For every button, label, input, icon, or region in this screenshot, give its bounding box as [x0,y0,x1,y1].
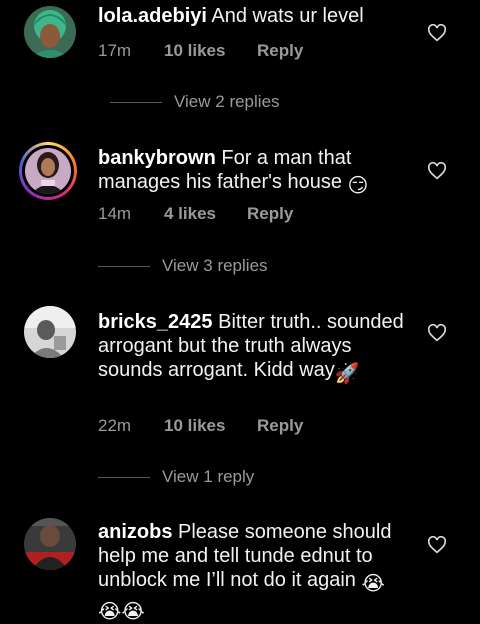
reply-button[interactable]: Reply [257,416,303,436]
view-replies-label[interactable]: View 1 reply [162,467,254,487]
heart-outline-icon[interactable] [427,24,447,42]
heart-outline-icon[interactable] [427,536,447,554]
crying-emoji: 😭 [361,573,385,595]
comment-username[interactable]: bricks_2425 [98,311,213,333]
avatar[interactable] [24,518,76,570]
comment-text: lola.adebiyi And wats ur level [98,4,408,28]
likes-count[interactable]: 10 likes [164,416,257,436]
view-replies-label[interactable]: View 3 replies [162,256,268,276]
comment-time: 17m [98,41,132,60]
comments-list: lola.adebiyi And wats ur level 17m 10 li… [0,0,480,623]
reply-button[interactable]: Reply [247,204,293,224]
replies-divider [98,265,150,267]
heart-outline-icon[interactable] [427,324,447,342]
heart-outline-icon[interactable] [427,162,447,180]
reply-button[interactable]: Reply [257,41,303,61]
comment-meta: 22m 10 likes Reply [98,416,303,436]
avatar[interactable] [25,148,71,194]
view-replies-button[interactable]: View 3 replies [98,256,268,276]
comment-time: 22m [98,416,132,435]
comment-text: bankybrown For a man that manages his fa… [98,146,408,198]
avatar[interactable] [24,306,76,358]
comment-meta: 14m 4 likes Reply [98,204,293,224]
view-replies-button[interactable]: View 1 reply [98,467,254,487]
likes-count[interactable]: 10 likes [164,41,257,61]
comment-text: anizobs Please someone should help me an… [98,520,408,624]
crying-emoji: 😭😭 [98,601,145,623]
comment-username[interactable]: lola.adebiyi [98,5,207,27]
comment-text: bricks_2425 Bitter truth.. sounded arrog… [98,310,408,386]
story-ring[interactable] [19,142,77,200]
replies-divider [110,101,162,103]
comment-time: 14m [98,204,132,223]
likes-count[interactable]: 4 likes [164,204,247,224]
comment-body: And wats ur level [211,5,364,27]
comment-username[interactable]: anizobs [98,521,172,543]
comment-username[interactable]: bankybrown [98,147,216,169]
replies-divider [98,476,150,478]
comment-meta: 17m 10 likes Reply [98,41,303,61]
view-replies-label[interactable]: View 2 replies [174,92,280,112]
view-replies-button[interactable]: View 2 replies [110,92,280,112]
rocket-emoji: 🚀 [334,363,360,385]
avatar[interactable] [24,6,76,58]
smirk-emoji: 😏 [347,175,369,197]
